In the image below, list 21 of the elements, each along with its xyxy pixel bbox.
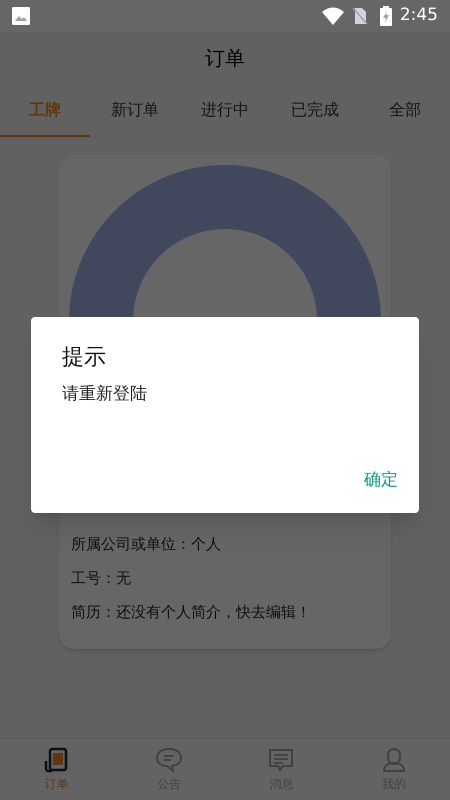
- tab[interactable]: 已完成: [270, 84, 360, 137]
- tab[interactable]: 工牌: [0, 84, 90, 137]
- image-icon: [12, 7, 30, 25]
- chat-bubble-icon: [154, 746, 183, 772]
- profile-info-text: 简历：还没有个人简介，快去编辑！: [71, 602, 312, 623]
- tab[interactable]: 新订单: [90, 84, 180, 137]
- tab[interactable]: 进行中: [180, 84, 270, 137]
- dialog-message: 请重新登陆: [62, 383, 148, 406]
- confirm-button[interactable]: 确定: [360, 468, 402, 493]
- wifi-icon: [322, 7, 344, 25]
- message-icon: [267, 746, 296, 772]
- profile-info-text: 工号：无: [71, 568, 132, 589]
- page-title: 订单: [205, 45, 245, 72]
- status-time: 2:45: [400, 4, 438, 28]
- document-icon: [43, 746, 70, 772]
- battery-charging-icon: [380, 6, 392, 26]
- tab[interactable]: 全部: [360, 84, 450, 137]
- no-sim-icon: [352, 7, 368, 25]
- profile-info-text: 所属公司或单位：个人: [71, 534, 222, 555]
- dialog-title: 提示: [62, 344, 107, 372]
- nav-item[interactable]: 订单: [0, 739, 112, 800]
